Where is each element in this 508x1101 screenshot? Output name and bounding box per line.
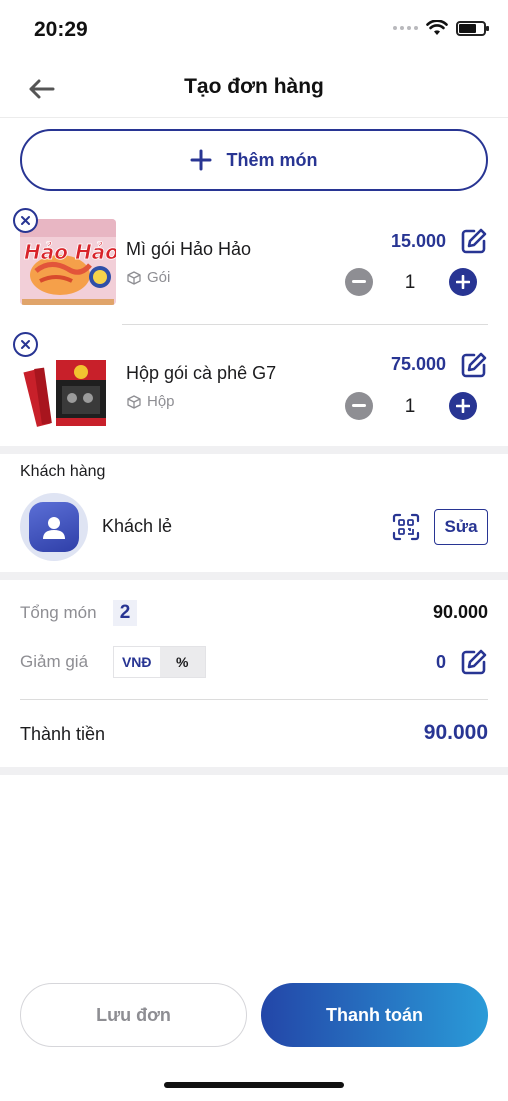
customer-name: Khách lẻ: [102, 516, 173, 536]
summary-divider: [20, 699, 488, 700]
item-unit: Gói: [127, 269, 170, 286]
item-unit: Hộp: [127, 393, 175, 410]
wifi-icon: [426, 20, 448, 35]
item-price: 75.000: [390, 354, 446, 374]
decrease-qty-button[interactable]: [345, 392, 373, 420]
product-image: [20, 348, 116, 434]
home-indicator: [164, 1082, 344, 1088]
user-icon: [43, 517, 65, 539]
discount-option-percent[interactable]: %: [159, 647, 205, 677]
discount-label: Giảm giá: [20, 652, 89, 671]
add-item-button[interactable]: Thêm món: [20, 129, 488, 191]
status-bar: 20:29: [0, 0, 508, 60]
svg-text:Hảo Hảo: Hảo Hảo: [24, 240, 116, 264]
total-value: 90.000: [423, 721, 488, 744]
order-item: Hảo Hảo Mì gói Hảo Hảo Gói 15.000 1: [0, 205, 508, 315]
decrease-qty-button[interactable]: [345, 268, 373, 296]
box-icon: [127, 394, 141, 409]
total-label: Thành tiền: [20, 724, 106, 744]
discount-value: 0: [435, 652, 446, 672]
item-divider: [122, 324, 488, 325]
edit-customer-button[interactable]: Sửa: [434, 509, 488, 545]
remove-item-button[interactable]: [13, 332, 38, 357]
section-separator: [0, 572, 508, 580]
coffee-box-image: [20, 348, 116, 434]
save-order-button[interactable]: Lưu đơn: [20, 983, 247, 1047]
item-name: Hộp gói cà phê G7: [126, 363, 277, 383]
quantity-value: 1: [404, 396, 416, 417]
signal-icon: [393, 26, 418, 30]
item-count-badge: 2: [113, 600, 137, 626]
product-image: Hảo Hảo: [20, 219, 116, 305]
section-separator: [0, 446, 508, 454]
close-icon: [21, 216, 30, 225]
item-price: 15.000: [390, 231, 446, 251]
avatar: [20, 493, 88, 561]
minus-icon: [352, 280, 366, 283]
qr-scan-icon[interactable]: [392, 513, 420, 541]
edit-price-icon[interactable]: [460, 227, 488, 255]
plus-icon: [456, 275, 470, 289]
checkout-button[interactable]: Thanh toán: [261, 983, 488, 1047]
edit-discount-icon[interactable]: [460, 648, 488, 676]
nav-bar: Tạo đơn hàng: [0, 60, 508, 118]
edit-price-icon[interactable]: [460, 351, 488, 379]
noodle-package-image: Hảo Hảo: [20, 219, 116, 305]
box-icon: [127, 270, 141, 285]
discount-option-vnd[interactable]: VNĐ: [114, 647, 160, 677]
quantity-value: 1: [404, 272, 416, 293]
section-separator: [0, 767, 508, 775]
order-item: Hộp gói cà phê G7 Hộp 75.000 1: [0, 330, 508, 440]
minus-icon: [352, 404, 366, 407]
close-icon: [21, 340, 30, 349]
battery-icon: [456, 20, 489, 36]
status-time: 20:29: [34, 18, 88, 41]
remove-item-button[interactable]: [13, 208, 38, 233]
item-unit-label: Hộp: [147, 393, 175, 410]
increase-qty-button[interactable]: [449, 392, 477, 420]
increase-qty-button[interactable]: [449, 268, 477, 296]
item-name: Mì gói Hảo Hảo: [126, 239, 252, 259]
plus-icon: [190, 149, 212, 171]
status-icons: [393, 20, 489, 36]
plus-icon: [456, 399, 470, 413]
page-title: Tạo đơn hàng: [184, 75, 324, 98]
customer-section-title: Khách hàng: [20, 463, 106, 480]
item-unit-label: Gói: [147, 269, 171, 286]
discount-type-toggle: VNĐ %: [113, 646, 206, 678]
item-total: 90.000: [432, 602, 488, 622]
add-item-label: Thêm món: [226, 149, 318, 170]
item-count-label: Tổng món: [20, 603, 97, 622]
